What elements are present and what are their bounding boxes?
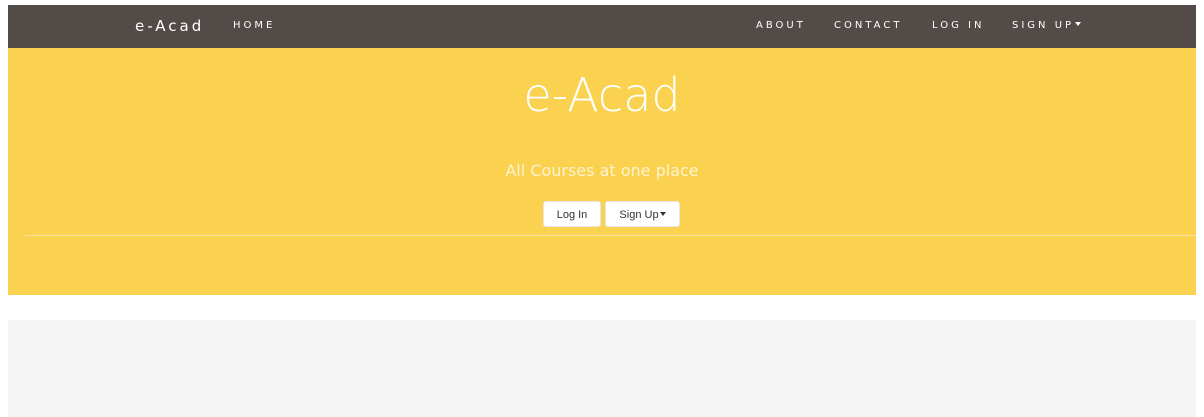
hero-login-button[interactable]: Log In — [543, 201, 601, 227]
hero-divider — [25, 235, 1196, 236]
content-area — [8, 320, 1196, 417]
hero-subtitle: All Courses at one place — [505, 161, 699, 180]
nav-login-link[interactable]: LOG IN — [932, 20, 984, 32]
nav-about-link[interactable]: ABOUT — [756, 20, 806, 32]
hero-signup-label: Sign Up — [619, 209, 659, 221]
caret-down-icon — [1075, 22, 1082, 26]
nav-home-link[interactable]: HOME — [233, 20, 275, 32]
nav-contact-link[interactable]: CONTACT — [834, 20, 902, 32]
hero-banner: e-Acad All Courses at one place Log In S… — [8, 48, 1196, 295]
brand-link[interactable]: e-Acad — [135, 17, 204, 35]
nav-signup-dropdown[interactable]: SIGN UP — [1012, 20, 1082, 32]
hero-title: e-Acad — [523, 68, 681, 122]
hero-signup-dropdown-button[interactable]: Sign Up — [605, 201, 680, 227]
caret-down-icon — [659, 212, 666, 217]
nav-signup-label: SIGN UP — [1012, 20, 1075, 31]
page: e-Acad HOME ABOUT CONTACT LOG IN SIGN UP… — [0, 0, 1204, 417]
top-navbar: e-Acad HOME ABOUT CONTACT LOG IN SIGN UP — [8, 5, 1196, 48]
